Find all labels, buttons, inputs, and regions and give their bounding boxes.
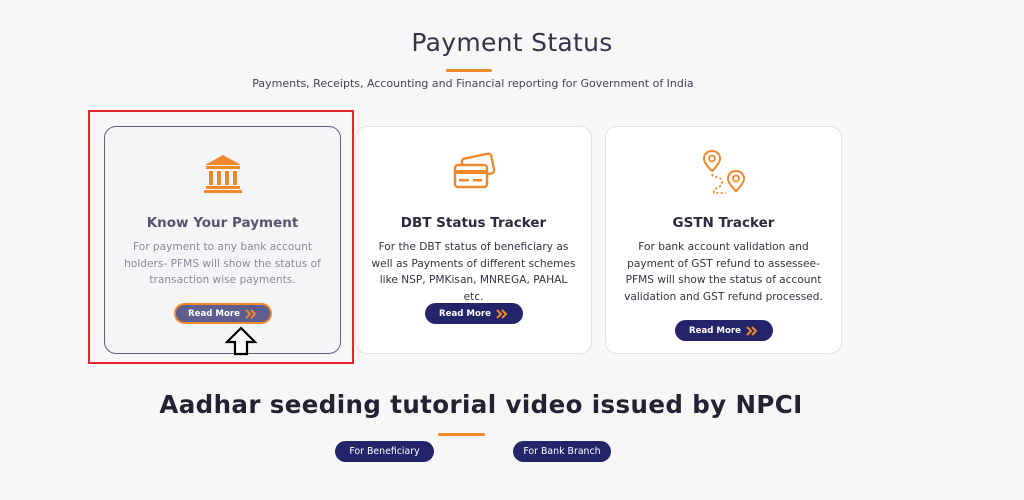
card-title: GSTN Tracker bbox=[672, 215, 775, 231]
route-pin-icon bbox=[606, 149, 841, 195]
double-chevron-right-icon bbox=[496, 308, 509, 319]
aadhar-section-title: Aadhar seeding tutorial video issued by … bbox=[159, 390, 803, 419]
double-chevron-right-icon bbox=[245, 308, 258, 319]
card-title: DBT Status Tracker bbox=[400, 215, 547, 231]
for-bank-branch-button[interactable]: For Bank Branch bbox=[513, 441, 611, 462]
up-arrow-icon bbox=[224, 326, 258, 356]
card-dbt-status-tracker: DBT Status Tracker For the DBT status of… bbox=[355, 126, 592, 354]
card-description: For bank account validation and payment … bbox=[624, 241, 823, 303]
read-more-button[interactable]: Read More bbox=[425, 303, 523, 324]
read-more-label: Read More bbox=[439, 308, 491, 319]
card-gstn-tracker: GSTN Tracker For bank account validation… bbox=[605, 126, 842, 354]
double-chevron-right-icon bbox=[746, 325, 759, 336]
aadhar-title-underline bbox=[438, 433, 485, 436]
page-title: Payment Status bbox=[411, 28, 613, 57]
read-more-button[interactable]: Read More bbox=[174, 303, 272, 324]
card-description: For payment to any bank account holders-… bbox=[124, 241, 321, 286]
page-subtitle: Payments, Receipts, Accounting and Finan… bbox=[252, 77, 694, 90]
read-more-label: Read More bbox=[188, 308, 240, 319]
card-know-your-payment: Know Your Payment For payment to any ban… bbox=[104, 126, 341, 354]
read-more-label: Read More bbox=[689, 325, 741, 336]
cards-icon bbox=[356, 151, 591, 195]
bank-icon bbox=[105, 151, 340, 195]
title-underline bbox=[446, 69, 492, 72]
card-title: Know Your Payment bbox=[146, 215, 299, 231]
for-beneficiary-button[interactable]: For Beneficiary bbox=[335, 441, 434, 462]
card-description: For the DBT status of beneficiary as wel… bbox=[371, 241, 576, 303]
read-more-button[interactable]: Read More bbox=[675, 320, 773, 341]
